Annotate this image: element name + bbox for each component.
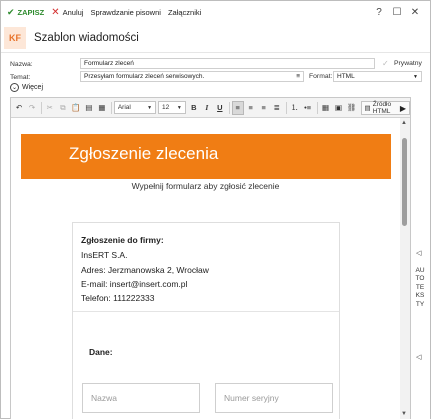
maximize-icon[interactable]: ☐ — [388, 7, 406, 18]
font-family-value: Arial — [117, 104, 131, 111]
top-toolbar: ✔ ZAPISZ ✕ Anuluj Sprawdzanie pisowni Za… — [1, 1, 430, 23]
name-label: Nazwa: — [10, 60, 33, 68]
align-center-icon[interactable]: ≡ — [245, 101, 257, 115]
editor-content[interactable]: Zgłoszenie zlecenia Wypełnij formularz a… — [11, 118, 400, 419]
cancel-label: Anuluj — [62, 7, 84, 17]
cancel-button[interactable]: ✕ Anuluj — [51, 1, 83, 23]
private-checkbox-icon[interactable]: ✓ — [382, 60, 390, 68]
save-label: ZAPISZ — [17, 7, 45, 17]
save-check-icon: ✔ — [7, 6, 15, 17]
toolbar-divider — [110, 101, 112, 114]
toolbar-divider — [285, 101, 287, 114]
paste-icon[interactable]: 📋 — [70, 101, 82, 115]
link-icon[interactable]: ⛓ — [346, 101, 358, 115]
editor-toolbar: ↶ ↷ ✂ ⧉ 📋 ▤ ▦ Arial ▼ 12 ▼ B I U ≡ ≡ ≡ ≣ — [11, 98, 411, 118]
serial-number-input[interactable]: Numer seryjny — [215, 383, 333, 413]
chevron-down-circle-icon: ⌄ — [10, 83, 19, 92]
device-name-input[interactable]: Nazwa — [82, 383, 200, 413]
numbered-list-icon[interactable]: ⒈ — [289, 101, 301, 115]
title-bar: KF Szablon wiadomości — [1, 23, 430, 53]
attachments-button[interactable]: Załączniki — [168, 1, 201, 23]
expand-left-icon[interactable]: ◁ — [416, 249, 421, 257]
window-controls: ? ☐ ✕ — [370, 1, 424, 23]
align-left-icon[interactable]: ≡ — [231, 100, 244, 115]
expand-left-icon[interactable]: ◁ — [416, 353, 421, 361]
toolbar-divider — [41, 101, 42, 114]
template-editor-window: ✔ ZAPISZ ✕ Anuluj Sprawdzanie pisowni Za… — [0, 0, 431, 419]
card-divider — [73, 311, 339, 312]
spellcheck-button[interactable]: Sprawdzanie pisowni — [90, 1, 160, 23]
italic-button[interactable]: I — [201, 101, 213, 115]
chevron-down-icon: ▼ — [413, 73, 418, 80]
image-icon[interactable]: ▣ — [333, 101, 345, 115]
module-badge-icon: KF — [4, 26, 26, 49]
form-subtitle: Wypełnij formularz aby zgłosić zlecenie — [131, 181, 280, 191]
company-info: Zgłoszenie do firmy: InsERT S.A. Adres: … — [73, 223, 339, 311]
undo-icon[interactable]: ↶ — [13, 101, 25, 115]
editor-scrollbar[interactable]: ▲ ▼ — [400, 118, 410, 419]
font-size-value: 12 — [162, 104, 170, 111]
format-select[interactable]: HTML ▼ — [333, 71, 422, 82]
copy-icon[interactable]: ⧉ — [57, 101, 69, 115]
page-title: Szablon wiadomości — [34, 31, 139, 44]
cancel-x-icon: ✕ — [51, 6, 60, 18]
subject-value: Przesyłam formularz zleceń serwisowych. — [84, 73, 205, 80]
source-icon: ▤ — [364, 104, 371, 112]
autotext-label[interactable]: AUTOTEKSTY — [415, 267, 425, 309]
company-phone: Telefon: 111222333 — [81, 293, 155, 303]
paste-text-icon[interactable]: ▤ — [83, 101, 95, 115]
align-right-icon[interactable]: ≡ — [258, 101, 270, 115]
chevron-down-icon: ▼ — [176, 104, 182, 111]
name-row: Nazwa: Formularz zleceń ✓ Prywatny — [1, 58, 430, 70]
chevron-down-icon: ▼ — [147, 104, 153, 111]
bold-button[interactable]: B — [188, 101, 200, 115]
name-field[interactable]: Formularz zleceń — [80, 58, 375, 69]
scroll-up-icon[interactable]: ▲ — [401, 120, 407, 126]
html-editor: ↶ ↷ ✂ ⧉ 📋 ▤ ▦ Arial ▼ 12 ▼ B I U ≡ ≡ ≡ ≣ — [10, 97, 411, 419]
header-banner: Zgłoszenie zlecenia — [21, 134, 391, 179]
format-value: HTML — [337, 73, 355, 80]
align-justify-icon[interactable]: ≣ — [271, 101, 283, 115]
banner-title: Zgłoszenie zlecenia — [69, 144, 219, 163]
company-name: InsERT S.A. — [81, 250, 128, 260]
paste-word-icon[interactable]: ▦ — [96, 101, 108, 115]
toolbar-divider — [316, 101, 318, 114]
subject-menu-icon[interactable]: ≡ — [296, 73, 300, 80]
format-label: Format: — [309, 73, 333, 80]
subject-label: Temat: — [10, 73, 31, 81]
help-icon[interactable]: ? — [370, 7, 388, 18]
table-icon[interactable]: ▦ — [320, 101, 332, 115]
more-toggle[interactable]: ⌄ Więcej — [10, 83, 43, 92]
company-email: E-mail: insert@insert.com.pl — [81, 279, 188, 289]
more-tools-icon[interactable]: ▶ — [398, 101, 408, 115]
font-size-select[interactable]: 12 ▼ — [158, 101, 186, 114]
subject-field[interactable]: Przesyłam formularz zleceń serwisowych. … — [80, 71, 304, 82]
underline-button[interactable]: U — [214, 101, 226, 115]
cut-icon[interactable]: ✂ — [44, 101, 56, 115]
font-family-select[interactable]: Arial ▼ — [113, 101, 157, 114]
private-label: Prywatny — [394, 60, 422, 67]
order-form-card: Zgłoszenie do firmy: InsERT S.A. Adres: … — [72, 222, 340, 419]
bullet-list-icon[interactable]: •≡ — [302, 101, 314, 115]
more-label: Więcej — [22, 84, 44, 91]
company-heading: Zgłoszenie do firmy: — [81, 235, 164, 245]
autotext-side-panel[interactable]: ◁ AUTOTEKSTY ◁ — [411, 97, 430, 419]
company-address: Adres: Jerzmanowska 2, Wrocław — [81, 265, 209, 275]
close-icon[interactable]: ✕ — [406, 7, 424, 18]
save-button[interactable]: ✔ ZAPISZ — [7, 1, 44, 23]
redo-icon[interactable]: ↷ — [26, 101, 38, 115]
data-heading: Dane: — [89, 347, 113, 357]
toolbar-divider — [228, 101, 230, 114]
subject-row: Temat: Przesyłam formularz zleceń serwis… — [1, 71, 430, 83]
scrollbar-thumb[interactable] — [402, 138, 407, 226]
scroll-down-icon[interactable]: ▼ — [401, 411, 407, 417]
